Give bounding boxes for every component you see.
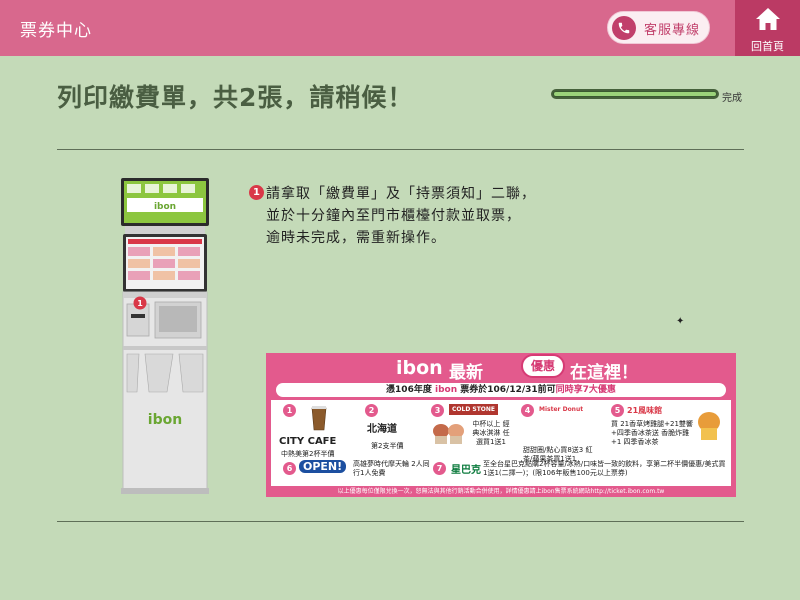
svg-text:ibon: ibon xyxy=(154,202,176,212)
page-title: 列印繳費單，共2張，請稍候！ xyxy=(57,83,414,112)
banner-heading: ibon 最新 優惠 在這裡！ xyxy=(266,353,736,383)
instruction-line: 逾時未完成，需重新操作。 xyxy=(266,230,446,246)
promo-brand: COLD STONE xyxy=(449,404,499,415)
top-divider xyxy=(57,149,744,150)
kiosk-brand-logo: ibon xyxy=(148,412,182,428)
banner-offer-badge: 優惠 xyxy=(521,354,565,378)
promo-brand: 北海道 xyxy=(367,424,397,435)
sparkle-icon: ✦ xyxy=(676,316,685,327)
promo-list: 1 CITY CAFE 中熱美第2杯半價 2 北海道 第2支半價 3 COLD … xyxy=(271,400,731,486)
banner-ibon-logo: ibon xyxy=(396,357,443,379)
customer-service-button[interactable]: 客服專線 xyxy=(607,11,710,44)
banner-subtitle: 憑106年度 ibon 票券於106/12/31前可同時享7大優惠 xyxy=(276,383,726,397)
banner-footnote: 以上優惠每位僅限兌換一次，恕無法與其他行銷活動合併使用，詳情優惠請上ibon售票… xyxy=(337,488,665,495)
instruction-text: 請拿取「繳費單」及「持票須知」二聯， 並於十分鐘內至門市櫃檯付款並取票， 逾時未… xyxy=(266,183,536,249)
home-icon xyxy=(756,8,780,30)
bottom-divider xyxy=(57,521,744,522)
top-bar: 票券中心 客服專線 回首頁 xyxy=(0,0,800,56)
customer-service-label: 客服專線 xyxy=(644,23,701,38)
promo-number: 3 xyxy=(431,404,444,417)
step-number-badge: 1 xyxy=(249,185,264,200)
instruction-line: 請拿取「繳費單」及「持票須知」二聯， xyxy=(266,186,536,202)
progress-bar xyxy=(551,89,719,99)
promo-brand: CITY CAFE xyxy=(279,436,337,447)
promo-text: 高雄夢時代摩天輪 2人同行1人免費 xyxy=(353,460,430,477)
home-label: 回首頁 xyxy=(751,40,784,53)
promo-number: 2 xyxy=(365,404,378,417)
ibon-kiosk-illustration: ibon 1 ibon xyxy=(121,178,209,494)
progress-label: 完成 xyxy=(722,93,742,104)
promo-number: 7 xyxy=(433,462,446,475)
promo-brand: Mister Donut xyxy=(539,406,584,413)
promo-brand: 21風味館 xyxy=(627,406,663,415)
banner-heading-left: 最新 xyxy=(449,363,483,383)
banner-heading-right: 在這裡！ xyxy=(570,363,638,383)
promo-number: 1 xyxy=(283,404,296,417)
instruction-line: 並於十分鐘內至門市櫃檯付款並取票， xyxy=(266,208,521,224)
banner-subtitle-pre: 憑106年度 xyxy=(386,385,432,395)
phone-icon xyxy=(612,16,636,40)
promo-text: 中熱美第2杯半價 xyxy=(281,450,335,458)
progress-fill xyxy=(554,92,716,96)
banner-subtitle-mid: 票券於106/12/31前可 xyxy=(460,385,556,395)
promo-text: 買 21香草烤雞腿+21雙響+四季香冰茶送 香脆炸雞+1 四季香冰茶 xyxy=(611,420,693,446)
fried-chicken-icon xyxy=(698,412,720,440)
promo-number: 4 xyxy=(521,404,534,417)
promo-banner: ibon 最新 優惠 在這裡！ 憑106年度 ibon 票券於106/12/31… xyxy=(266,353,736,497)
ice-cream-icon xyxy=(433,424,464,444)
promo-text: 中杯以上 經典冰淇淋 任選買1送1 xyxy=(472,420,510,446)
app-title: 票券中心 xyxy=(20,21,92,41)
home-button[interactable]: 回首頁 xyxy=(735,0,800,56)
banner-subtitle-logo: ibon xyxy=(434,385,458,395)
promo-brand: 星巴克 xyxy=(451,465,481,476)
coffee-cup-icon xyxy=(311,406,327,431)
kiosk-step-badge: 1 xyxy=(137,299,143,308)
promo-number: 5 xyxy=(611,404,624,417)
promo-number: 6 xyxy=(283,462,296,475)
banner-subtitle-highlight: 同時享7大優惠 xyxy=(555,385,616,395)
promo-text: 第2支半價 xyxy=(371,442,404,450)
promo-text: 至全台星巴克點購2杯容量/冰熱/口味皆一致的飲料，享第二杯半價優惠/美式買1送1… xyxy=(483,460,726,477)
promo-brand: OPEN! xyxy=(299,460,347,473)
